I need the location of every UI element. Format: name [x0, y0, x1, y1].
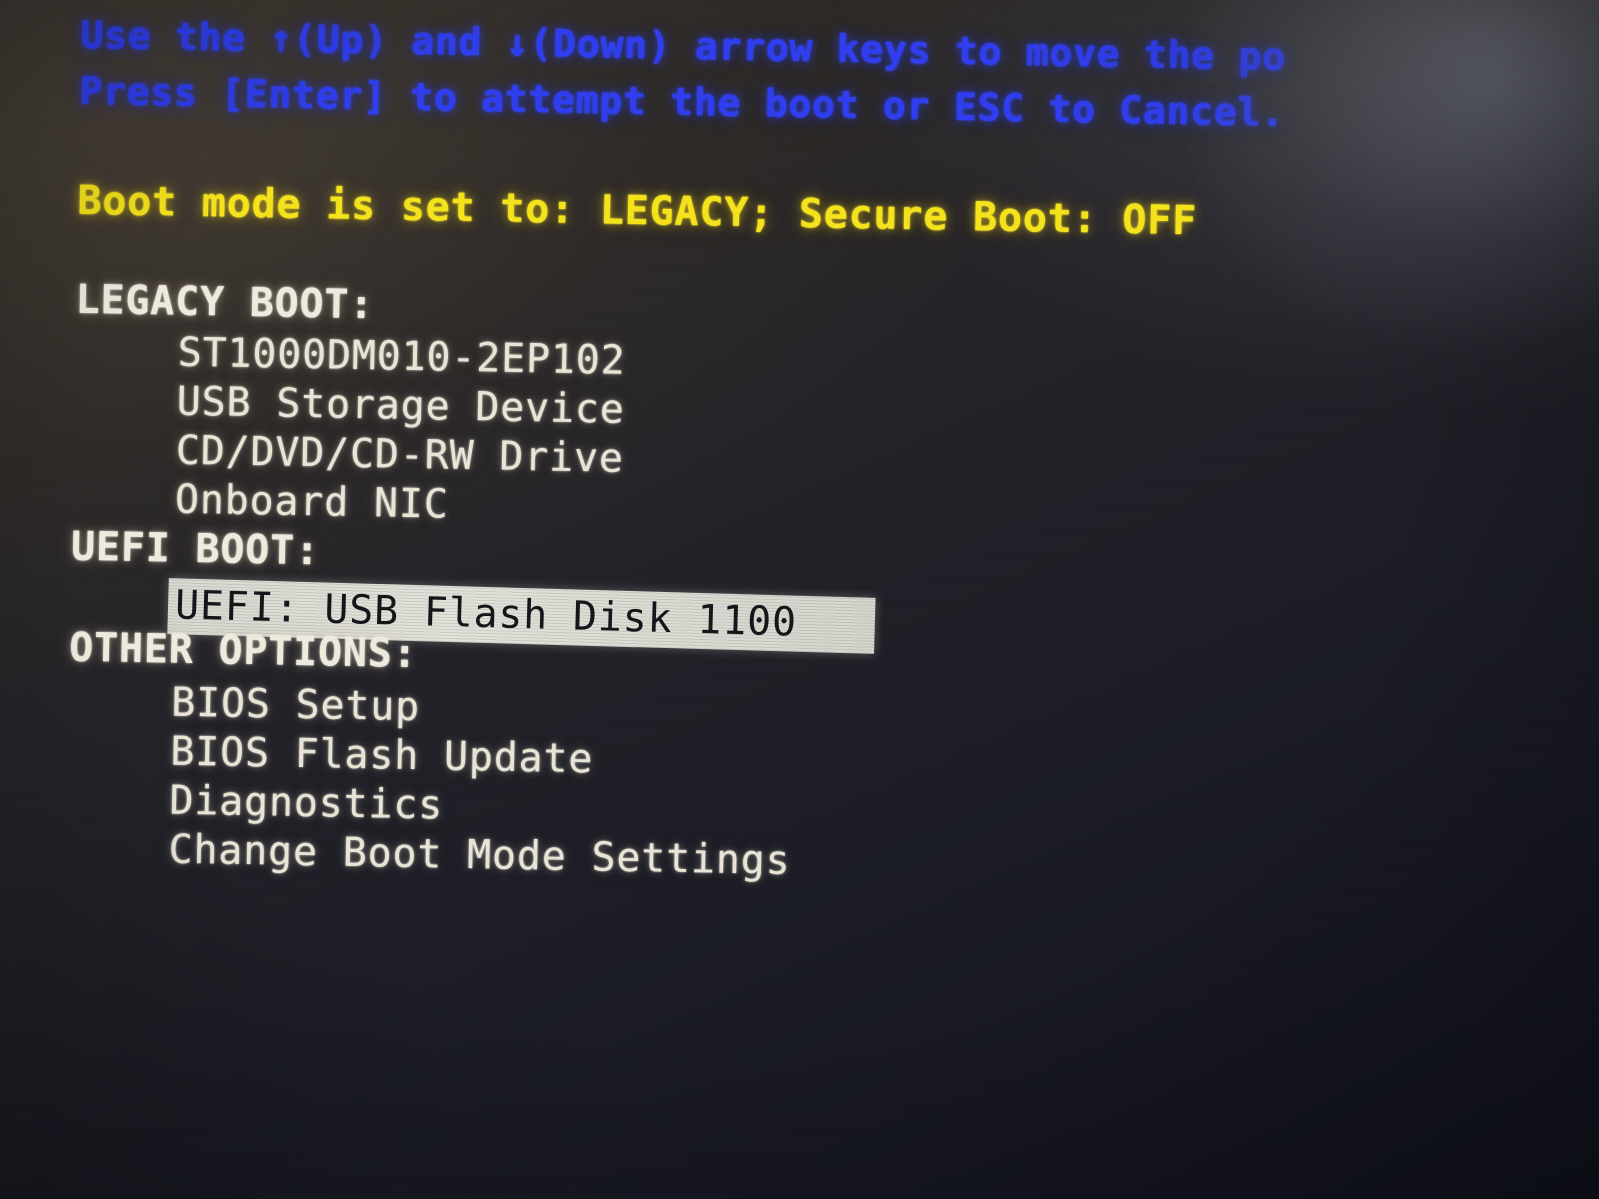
section-heading-uefi-boot: UEFI BOOT:: [70, 523, 321, 575]
bios-boot-menu-screen: Use the ↑(Up) and ↓(Down) arrow keys to …: [0, 0, 1599, 1199]
boot-option-cd-dvd-drive[interactable]: CD/DVD/CD-RW Drive: [175, 428, 624, 482]
boot-menu-content: Use the ↑(Up) and ↓(Down) arrow keys to …: [0, 0, 1599, 1199]
navigation-hint-line-2: Press [Enter] to attempt the boot or ESC…: [79, 68, 1286, 135]
navigation-hint-line-1: Use the ↑(Up) and ↓(Down) arrow keys to …: [80, 12, 1287, 79]
boot-option-onboard-nic[interactable]: Onboard NIC: [175, 477, 450, 528]
section-heading-other-options: OTHER OPTIONS:: [68, 624, 418, 678]
other-option-diagnostics[interactable]: Diagnostics: [169, 778, 444, 829]
other-option-bios-flash-update[interactable]: BIOS Flash Update: [170, 729, 594, 783]
boot-option-usb-storage-device[interactable]: USB Storage Device: [176, 379, 625, 433]
section-heading-legacy-boot: LEGACY BOOT:: [75, 276, 375, 329]
boot-mode-status: Boot mode is set to: LEGACY; Secure Boot…: [77, 177, 1198, 245]
other-option-bios-setup[interactable]: BIOS Setup: [171, 680, 421, 731]
boot-option-st1000dm010[interactable]: ST1000DM010-2EP102: [177, 330, 626, 384]
other-option-change-boot-mode-settings[interactable]: Change Boot Mode Settings: [168, 827, 791, 884]
